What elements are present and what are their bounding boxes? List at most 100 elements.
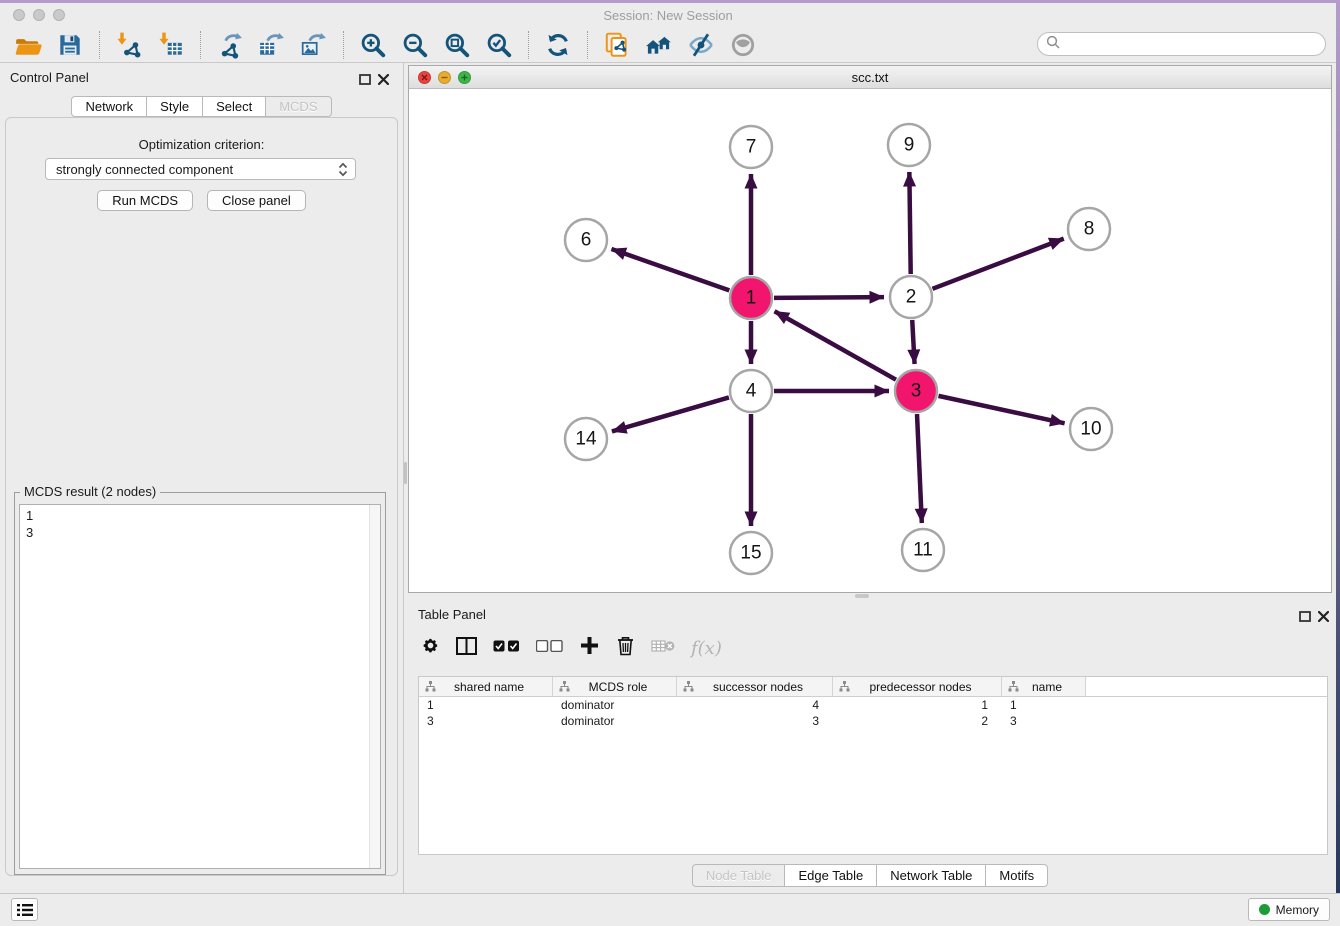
vertical-splitter-handle[interactable]	[404, 462, 407, 484]
refresh-layout-button[interactable]	[543, 30, 573, 60]
delete-table-button	[651, 635, 675, 661]
edge-2-8[interactable]	[932, 239, 1063, 289]
mcds-result-text[interactable]: 1 3	[19, 504, 381, 869]
table-options-button[interactable]	[420, 635, 440, 661]
network-canvas[interactable]: 7968124314101511	[409, 89, 1331, 592]
export-table-icon	[258, 31, 286, 59]
home-view-button[interactable]	[644, 30, 674, 60]
tab-edge-table[interactable]: Edge Table	[784, 864, 877, 887]
edge-3-1[interactable]	[775, 311, 896, 379]
table-cell[interactable]: 3	[419, 714, 553, 728]
search-box	[1037, 32, 1326, 56]
zoom-fit-button[interactable]	[442, 30, 472, 60]
close-panel-button[interactable]: Close panel	[207, 190, 306, 211]
edge-2-3[interactable]	[912, 320, 914, 364]
mcds-result-scrollbar[interactable]	[369, 505, 380, 868]
edge-2-9[interactable]	[909, 172, 910, 274]
toolbar-separator	[99, 31, 100, 59]
window-minimize-button[interactable]	[33, 9, 45, 21]
save-session-button[interactable]	[55, 30, 85, 60]
edge-3-11[interactable]	[917, 414, 922, 523]
table-row[interactable]: 1dominator411	[419, 697, 1327, 713]
column-header-MCDS-role[interactable]: MCDS role	[553, 677, 677, 696]
table-cell[interactable]: 1	[1002, 698, 1086, 712]
window-zoom-button[interactable]	[53, 9, 65, 21]
column-header-successor-nodes[interactable]: successor nodes	[677, 677, 833, 696]
tab-network[interactable]: Network	[71, 96, 147, 117]
memory-button[interactable]: Memory	[1248, 898, 1330, 921]
table-panel-float-button[interactable]	[1299, 609, 1311, 627]
table-cell[interactable]: 4	[677, 698, 833, 712]
task-history-button[interactable]	[11, 898, 38, 921]
table-panel-close-button[interactable]	[1318, 609, 1329, 627]
table-row[interactable]: 3dominator323	[419, 713, 1327, 729]
import-table-button[interactable]	[156, 30, 186, 60]
hierarchy-icon	[683, 681, 694, 692]
table-cell[interactable]: 1	[833, 698, 1002, 712]
window-titlebar: Session: New Session	[0, 3, 1336, 27]
export-network-button[interactable]	[215, 30, 245, 60]
hierarchy-icon	[1008, 681, 1019, 692]
window-close-button[interactable]	[13, 9, 25, 21]
table-cell[interactable]: dominator	[553, 698, 677, 712]
network-graph-svg[interactable]: 7968124314101511	[409, 89, 1331, 592]
network-close-button[interactable]	[418, 71, 431, 84]
run-mcds-button[interactable]: Run MCDS	[97, 190, 193, 211]
network-maximize-button[interactable]	[458, 71, 471, 84]
tab-mcds[interactable]: MCDS	[265, 96, 331, 117]
table-cell[interactable]: dominator	[553, 714, 677, 728]
table-cell[interactable]: 3	[1002, 714, 1086, 728]
node-label-9: 9	[904, 135, 915, 156]
tab-motifs[interactable]: Motifs	[985, 864, 1048, 887]
import-network-icon	[115, 31, 143, 59]
import-network-button[interactable]	[114, 30, 144, 60]
zoom-in-icon	[359, 31, 387, 59]
edge-4-14[interactable]	[612, 397, 729, 431]
node-label-3: 3	[911, 381, 922, 402]
zoom-selected-button[interactable]	[484, 30, 514, 60]
deselect-all-rows-button[interactable]	[536, 635, 563, 661]
column-header-predecessor-nodes[interactable]: predecessor nodes	[833, 677, 1002, 696]
hide-view-button[interactable]	[686, 30, 716, 60]
network-minimize-button[interactable]	[438, 71, 451, 84]
export-image-button[interactable]	[299, 30, 329, 60]
column-visibility-button[interactable]	[456, 635, 477, 661]
delete-column-button[interactable]	[615, 635, 635, 661]
zoom-out-button[interactable]	[400, 30, 430, 60]
optimization-criterion-select[interactable]: strongly connected component	[45, 158, 356, 180]
search-input[interactable]	[1060, 34, 1325, 54]
desktop-edge-right	[1336, 0, 1340, 926]
clone-network-button[interactable]	[602, 30, 632, 60]
node-label-7: 7	[746, 137, 757, 158]
add-column-button[interactable]	[579, 635, 599, 661]
table-cell[interactable]: 2	[833, 714, 1002, 728]
tab-style[interactable]: Style	[146, 96, 203, 117]
tab-network-table[interactable]: Network Table	[876, 864, 986, 887]
control-panel-close-button[interactable]	[378, 72, 389, 90]
close-icon	[1318, 611, 1329, 622]
node-label-6: 6	[581, 230, 592, 251]
show-view-button[interactable]	[728, 30, 758, 60]
select-all-rows-button[interactable]	[493, 635, 520, 661]
tab-select[interactable]: Select	[202, 96, 266, 117]
edge-3-10[interactable]	[938, 396, 1064, 423]
network-window-titlebar: scc.txt	[409, 66, 1331, 89]
column-visibility-icon	[456, 637, 477, 660]
tab-node-table[interactable]: Node Table	[692, 864, 786, 887]
mcds-result-group: MCDS result (2 nodes) 1 3	[14, 492, 386, 875]
export-table-button[interactable]	[257, 30, 287, 60]
control-panel-float-button[interactable]	[359, 72, 371, 90]
select-value: strongly connected component	[46, 162, 338, 177]
edge-1-2[interactable]	[774, 297, 884, 298]
open-session-icon	[14, 31, 42, 59]
horizontal-splitter-handle[interactable]	[855, 594, 869, 598]
column-header-name[interactable]: name	[1002, 677, 1086, 696]
table-cell[interactable]: 3	[677, 714, 833, 728]
zoom-in-button[interactable]	[358, 30, 388, 60]
table-cell[interactable]: 1	[419, 698, 553, 712]
open-session-button[interactable]	[13, 30, 43, 60]
node-label-15: 15	[740, 543, 761, 564]
node-table-body: 1dominator4113dominator323	[419, 697, 1327, 729]
column-header-shared-name[interactable]: shared name	[419, 677, 553, 696]
edge-1-6[interactable]	[611, 249, 729, 290]
